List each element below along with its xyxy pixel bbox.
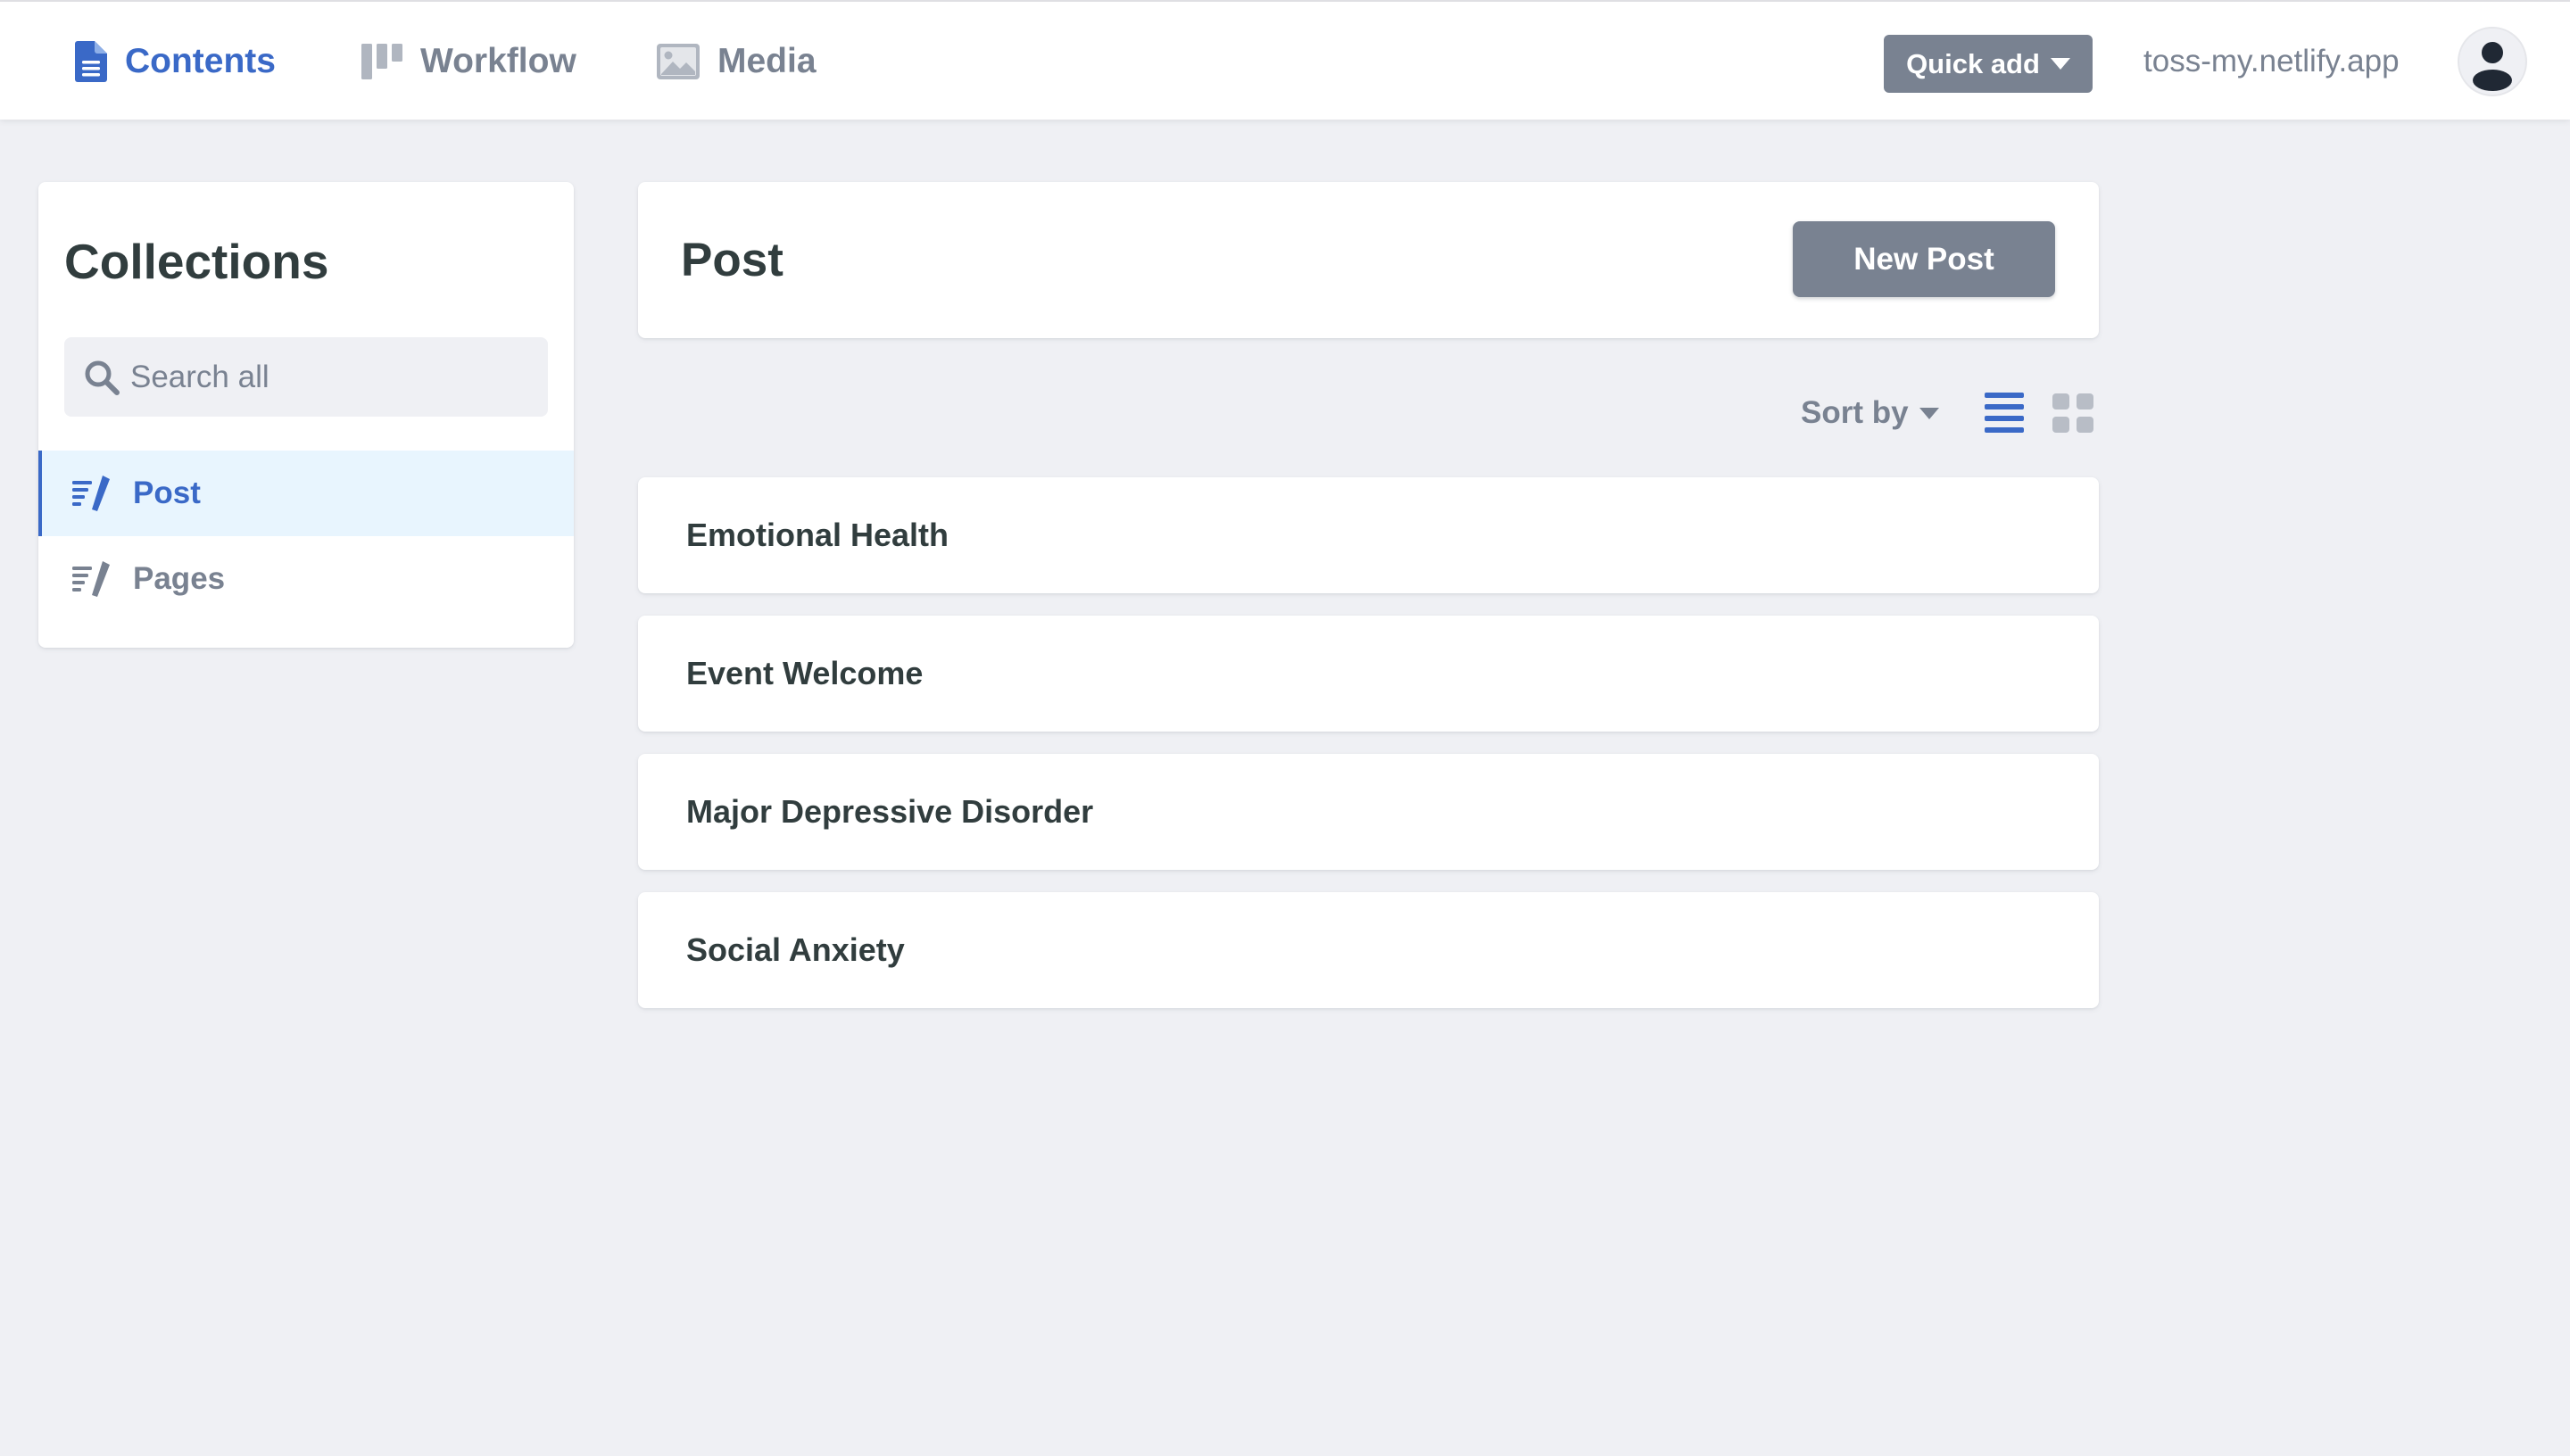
- sidebar-title: Collections: [64, 234, 329, 289]
- write-icon: [72, 476, 112, 511]
- list-view-icon[interactable]: [1985, 393, 2024, 434]
- write-icon: [72, 561, 112, 597]
- sidebar-item-post[interactable]: Post: [38, 451, 574, 536]
- nav-tab-media[interactable]: Media: [657, 2, 817, 121]
- chevron-down-icon: [2050, 58, 2070, 70]
- quick-add-button[interactable]: Quick add: [1884, 35, 2093, 93]
- search-input[interactable]: [128, 358, 525, 396]
- top-navigation-bar: Contents Workflow Media Quick add toss-m…: [0, 0, 2570, 120]
- new-post-button[interactable]: New Post: [1793, 221, 2055, 297]
- image-icon: [657, 44, 700, 79]
- grid-view-icon[interactable]: [2052, 393, 2093, 433]
- sort-by-dropdown[interactable]: Sort by: [1801, 384, 1939, 443]
- entry-card[interactable]: Emotional Health: [638, 477, 2099, 593]
- document-icon: [75, 41, 107, 82]
- nav-tab-workflow[interactable]: Workflow: [361, 2, 576, 121]
- page-title: Post: [681, 234, 783, 286]
- quick-add-label: Quick add: [1906, 47, 2040, 79]
- search-field[interactable]: [64, 337, 548, 417]
- avatar[interactable]: [2458, 27, 2527, 96]
- site-url-link[interactable]: toss-my.netlify.app: [2143, 2, 2400, 121]
- nav-tab-label: Contents: [125, 42, 276, 80]
- collection-header: Post New Post: [638, 182, 2099, 338]
- entry-card[interactable]: Major Depressive Disorder: [638, 754, 2099, 870]
- entry-card[interactable]: Event Welcome: [638, 616, 2099, 732]
- sort-by-label: Sort by: [1801, 395, 1909, 430]
- entry-card[interactable]: Social Anxiety: [638, 892, 2099, 1008]
- nav-tab-contents[interactable]: Contents: [75, 2, 276, 121]
- workflow-icon: [361, 44, 402, 79]
- nav-tab-label: Media: [717, 42, 817, 80]
- collections-sidebar: Collections Post: [38, 182, 574, 648]
- sidebar-item-label: Post: [133, 476, 201, 510]
- sidebar-item-label: Pages: [133, 561, 226, 596]
- chevron-down-icon: [1919, 407, 1939, 419]
- sidebar-item-pages[interactable]: Pages: [38, 536, 574, 622]
- nav-tab-label: Workflow: [420, 42, 576, 80]
- user-icon: [2459, 29, 2525, 95]
- search-icon: [84, 360, 120, 395]
